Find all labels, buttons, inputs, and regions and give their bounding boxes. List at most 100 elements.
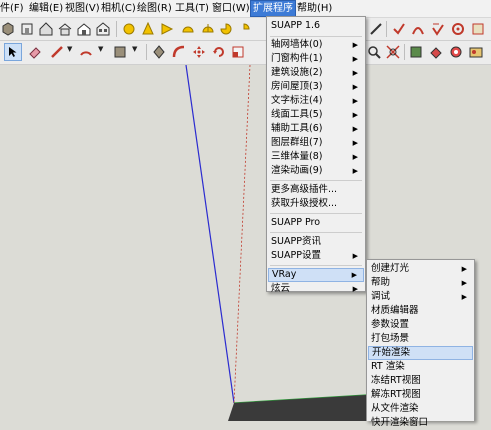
rotate-icon[interactable]: [211, 44, 227, 60]
box-icon[interactable]: [0, 21, 16, 37]
menu-item-debug[interactable]: 调试 ▶: [368, 290, 473, 304]
toolbar-divider: [404, 44, 405, 60]
sphere-yellow-icon[interactable]: [121, 21, 137, 37]
zoom-extents-icon[interactable]: [385, 44, 401, 60]
red-gear-icon[interactable]: [450, 21, 466, 37]
chevron-down-icon[interactable]: ▼: [132, 45, 137, 53]
menu-item-render-animation[interactable]: 渲染动画(9) ▶: [268, 164, 364, 178]
menu-item-vray[interactable]: VRay ▶: [268, 268, 364, 282]
menu-item-rt-render[interactable]: RT 渲染: [368, 360, 473, 374]
menu-file[interactable]: 件(F): [0, 0, 26, 17]
red-box-icon[interactable]: [470, 21, 486, 37]
submenu-arrow-icon: ▶: [352, 139, 358, 147]
menu-item-axis-wall[interactable]: 轴网墙体(0) ▶: [268, 38, 364, 52]
select-icon[interactable]: [4, 43, 22, 61]
flag-icon[interactable]: [159, 21, 175, 37]
menu-item-suapp-news[interactable]: SUAPP资讯: [268, 235, 364, 249]
push-pull-icon[interactable]: [151, 44, 167, 60]
menu-item-create-lights[interactable]: 创建灯光 ▶: [368, 262, 473, 276]
house-front-icon[interactable]: [57, 21, 73, 37]
menu-item-layer-group[interactable]: 图层群组(7) ▶: [268, 136, 364, 150]
menu-item-label: 获取升级授权...: [271, 198, 338, 209]
home-icon[interactable]: [19, 21, 35, 37]
menu-item-open-render-window[interactable]: 快开渲染窗口: [368, 416, 473, 430]
submenu-arrow-icon: ▶: [351, 271, 357, 279]
menu-window[interactable]: 窗口(W): [210, 0, 252, 17]
menu-item-xuanyun[interactable]: 炫云 ▶: [268, 282, 364, 296]
menu-view[interactable]: 视图(V): [63, 0, 102, 17]
menu-item-render-settings[interactable]: 参数设置: [368, 318, 473, 332]
toolbar-divider: [116, 21, 117, 37]
menu-extensions[interactable]: 扩展程序: [250, 0, 296, 17]
house-back-icon[interactable]: [95, 21, 111, 37]
menu-help[interactable]: 帮助(H): [295, 0, 334, 17]
menu-item-text-annotation[interactable]: 文字标注(4) ▶: [268, 94, 364, 108]
blue-axis-line: [185, 65, 235, 404]
menu-item-more-plugins[interactable]: 更多高级插件...: [268, 183, 364, 197]
pie2-icon[interactable]: [236, 21, 252, 37]
pie-icon[interactable]: [218, 21, 234, 37]
cone-icon[interactable]: [140, 21, 156, 37]
tape-icon[interactable]: [368, 21, 384, 37]
toolbar-divider: [386, 21, 387, 37]
chevron-down-icon[interactable]: ▼: [67, 45, 72, 53]
menu-item-doors-windows[interactable]: 门窗构件(1) ▶: [268, 52, 364, 66]
menu-item-line-face-tools[interactable]: 线面工具(5) ▶: [268, 108, 364, 122]
chevron-down-icon[interactable]: ▼: [98, 45, 103, 53]
menu-divider: [270, 265, 362, 266]
follow-me-icon[interactable]: [171, 44, 187, 60]
menu-item-label: 线面工具(5): [271, 109, 323, 120]
menu-item-label: 建筑设施(2): [271, 67, 323, 78]
menu-divider: [270, 180, 362, 181]
menu-bar: 件(F) 编辑(E) 视图(V) 相机(C) 绘图(R) 工具(T) 窗口(W)…: [0, 0, 491, 18]
menu-item-aux-tools[interactable]: 辅助工具(6) ▶: [268, 122, 364, 136]
menu-item-start-render[interactable]: 开始渲染: [368, 346, 473, 360]
house-icon[interactable]: [38, 21, 54, 37]
section-icon[interactable]: [448, 44, 464, 60]
menu-item-suapp-settings[interactable]: SUAPP设置 ▶: [268, 249, 364, 263]
menu-item-freeze-rt-view[interactable]: 冻结RT视图: [368, 374, 473, 388]
eraser-icon[interactable]: [27, 44, 43, 60]
red-checkmark-icon[interactable]: [430, 21, 446, 37]
camera-icon[interactable]: [408, 44, 424, 60]
submenu-arrow-icon: ▶: [352, 41, 358, 49]
arc-icon[interactable]: [78, 44, 94, 60]
menu-header-suapp[interactable]: SUAPP 1.6: [268, 18, 364, 34]
move-icon[interactable]: [191, 44, 207, 60]
dome2-icon[interactable]: [200, 21, 216, 37]
menu-item-label: 辅助工具(6): [271, 123, 323, 134]
submenu-arrow-icon: ▶: [352, 83, 358, 91]
menu-item-render-from-file[interactable]: 从文件渲染: [368, 402, 473, 416]
dome-icon[interactable]: [180, 21, 196, 37]
submenu-arrow-icon: ▶: [352, 125, 358, 133]
menu-tools[interactable]: 工具(T): [173, 0, 211, 17]
menu-item-room-roof[interactable]: 房间屋顶(3) ▶: [268, 80, 364, 94]
menu-item-label: RT 渲染: [371, 361, 405, 372]
red-curve-icon[interactable]: [410, 21, 426, 37]
house-side-icon[interactable]: [76, 21, 92, 37]
menu-camera[interactable]: 相机(C): [99, 0, 138, 17]
extensions-menu: SUAPP 1.6 轴网墙体(0) ▶ 门窗构件(1) ▶ 建筑设施(2) ▶ 房间屋…: [266, 16, 366, 294]
scale-icon[interactable]: [230, 44, 246, 60]
menu-item-3d-volume[interactable]: 三维体量(8) ▶: [268, 150, 364, 164]
menu-item-building-facilities[interactable]: 建筑设施(2) ▶: [268, 66, 364, 80]
submenu-arrow-icon: ▶: [352, 252, 358, 260]
menu-item-pack-scene[interactable]: 打包场景: [368, 332, 473, 346]
menu-item-label: 材质编辑器: [371, 305, 419, 316]
red-check-icon[interactable]: [391, 21, 407, 37]
rectangle-icon[interactable]: [112, 44, 128, 60]
submenu-arrow-icon: ▶: [461, 265, 467, 273]
menu-item-label: SUAPP Pro: [271, 217, 321, 228]
menu-item-unfreeze-rt-view[interactable]: 解冻RT视图: [368, 388, 473, 402]
menu-item-material-editor[interactable]: 材质编辑器: [368, 304, 473, 318]
zoom-icon[interactable]: [366, 44, 382, 60]
paint-icon[interactable]: [428, 44, 444, 60]
menu-item-label: 冻结RT视图: [371, 375, 421, 386]
menu-item-upgrade-license[interactable]: 获取升级授权...: [268, 197, 364, 211]
pencil-icon[interactable]: [49, 44, 65, 60]
menu-item-vray-help[interactable]: 帮助 ▶: [368, 276, 473, 290]
component-icon[interactable]: [468, 44, 484, 60]
menu-draw[interactable]: 绘图(R): [135, 0, 174, 17]
menu-edit[interactable]: 编辑(E): [27, 0, 65, 17]
menu-item-suapp-pro[interactable]: SUAPP Pro: [268, 216, 364, 230]
